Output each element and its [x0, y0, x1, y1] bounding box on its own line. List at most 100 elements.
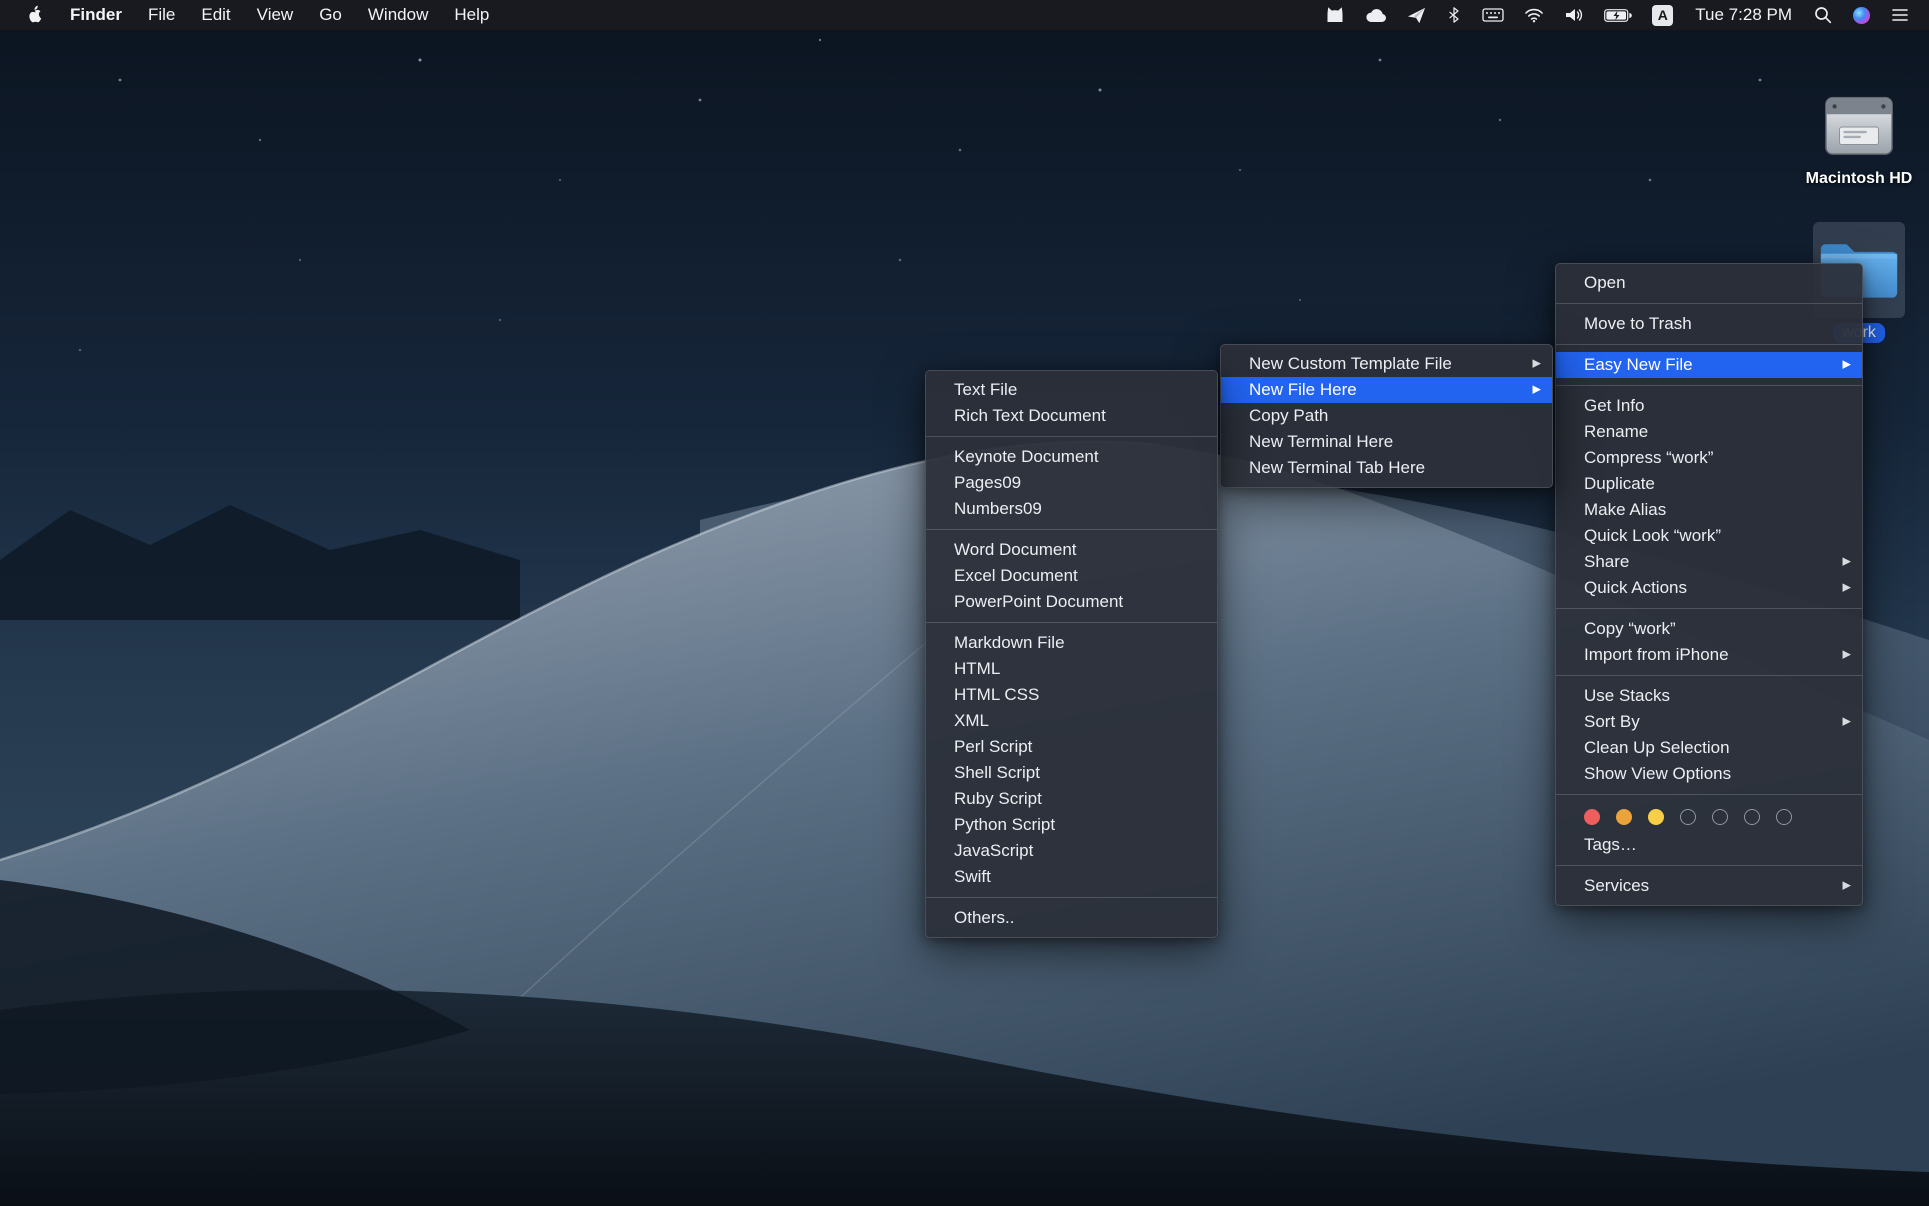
- menu-separator: [926, 529, 1217, 530]
- menu-item-make-alias[interactable]: Make Alias: [1556, 497, 1862, 523]
- siri-icon[interactable]: [1842, 0, 1881, 30]
- menu-item-html[interactable]: HTML: [926, 656, 1217, 682]
- menu-item-label: Rename: [1584, 422, 1648, 442]
- menu-item-label: Swift: [954, 867, 991, 887]
- menu-view[interactable]: View: [244, 0, 307, 30]
- menu-item-label: Word Document: [954, 540, 1077, 560]
- menu-item-label: PowerPoint Document: [954, 592, 1123, 612]
- bluetooth-icon[interactable]: [1436, 0, 1472, 30]
- cat-icon[interactable]: [1315, 0, 1355, 30]
- menu-item-move-to-trash[interactable]: Move to Trash: [1556, 311, 1862, 337]
- menu-item-copy-path[interactable]: Copy Path: [1221, 403, 1552, 429]
- desktop-icon-macintosh-hd[interactable]: Macintosh HD: [1789, 84, 1929, 188]
- menu-item-get-info[interactable]: Get Info: [1556, 393, 1862, 419]
- notification-center-icon[interactable]: [1881, 0, 1919, 30]
- menu-item-perl-script[interactable]: Perl Script: [926, 734, 1217, 760]
- menu-item-use-stacks[interactable]: Use Stacks: [1556, 683, 1862, 709]
- menu-item-swift[interactable]: Swift: [926, 864, 1217, 890]
- hard-drive-icon: [1818, 84, 1900, 166]
- menu-item-share[interactable]: Share▶: [1556, 549, 1862, 575]
- menu-separator: [1556, 344, 1862, 345]
- tag-dot-empty-4[interactable]: [1776, 809, 1792, 825]
- menu-separator: [926, 622, 1217, 623]
- battery-charging-icon[interactable]: [1594, 0, 1642, 30]
- apple-logo-icon: [26, 5, 43, 25]
- wifi-icon[interactable]: [1514, 0, 1554, 30]
- menu-item-label: Excel Document: [954, 566, 1078, 586]
- menu-item-label: Python Script: [954, 815, 1055, 835]
- menu-item-markdown-file[interactable]: Markdown File: [926, 630, 1217, 656]
- menu-item-new-file-here[interactable]: New File Here▶: [1221, 377, 1552, 403]
- volume-icon[interactable]: [1554, 0, 1594, 30]
- tag-dot-empty-2[interactable]: [1712, 809, 1728, 825]
- menu-item-text-file[interactable]: Text File: [926, 377, 1217, 403]
- keyboard-icon[interactable]: [1472, 0, 1514, 30]
- menu-item-label: Show View Options: [1584, 764, 1731, 784]
- menu-item-ruby-script[interactable]: Ruby Script: [926, 786, 1217, 812]
- menu-item-tags[interactable]: Tags…: [1556, 832, 1862, 858]
- menu-item-duplicate[interactable]: Duplicate: [1556, 471, 1862, 497]
- tag-colors-row: [1556, 802, 1862, 832]
- menu-item-open[interactable]: Open: [1556, 270, 1862, 296]
- tag-dot-empty-1[interactable]: [1680, 809, 1696, 825]
- menu-item-xml[interactable]: XML: [926, 708, 1217, 734]
- menu-item-javascript[interactable]: JavaScript: [926, 838, 1217, 864]
- menu-file[interactable]: File: [135, 0, 188, 30]
- menu-item-label: New File Here: [1249, 380, 1357, 400]
- menu-item-label: Rich Text Document: [954, 406, 1106, 426]
- menu-item-label: Easy New File: [1584, 355, 1693, 375]
- menu-item-quick-look[interactable]: Quick Look “work”: [1556, 523, 1862, 549]
- menu-help[interactable]: Help: [441, 0, 502, 30]
- menu-item-label: Others..: [954, 908, 1014, 928]
- menu-app-name[interactable]: Finder: [57, 0, 135, 30]
- menu-item-html-css[interactable]: HTML CSS: [926, 682, 1217, 708]
- menu-item-python-script[interactable]: Python Script: [926, 812, 1217, 838]
- menu-edit[interactable]: Edit: [188, 0, 243, 30]
- menu-bar-clock[interactable]: Tue 7:28 PM: [1683, 0, 1804, 30]
- menu-bar-left: Finder File Edit View Go Window Help: [0, 0, 502, 30]
- input-source-badge[interactable]: A: [1642, 0, 1683, 30]
- menu-item-shell-script[interactable]: Shell Script: [926, 760, 1217, 786]
- menu-item-show-view-options[interactable]: Show View Options: [1556, 761, 1862, 787]
- menu-item-sort-by[interactable]: Sort By▶: [1556, 709, 1862, 735]
- apple-menu[interactable]: [10, 0, 57, 30]
- menu-item-others[interactable]: Others..: [926, 905, 1217, 931]
- menu-item-label: JavaScript: [954, 841, 1033, 861]
- menu-item-new-custom-template-file[interactable]: New Custom Template File▶: [1221, 351, 1552, 377]
- menu-item-pages09[interactable]: Pages09: [926, 470, 1217, 496]
- menu-item-new-terminal-here[interactable]: New Terminal Here: [1221, 429, 1552, 455]
- tag-dot-orange[interactable]: [1616, 809, 1632, 825]
- menu-item-rich-text-document[interactable]: Rich Text Document: [926, 403, 1217, 429]
- menu-item-powerpoint-document[interactable]: PowerPoint Document: [926, 589, 1217, 615]
- submenu-arrow-icon: ▶: [1843, 717, 1851, 728]
- menu-item-easy-new-file[interactable]: Easy New File▶: [1556, 352, 1862, 378]
- menu-item-word-document[interactable]: Word Document: [926, 537, 1217, 563]
- menu-item-quick-actions[interactable]: Quick Actions▶: [1556, 575, 1862, 601]
- paper-plane-icon[interactable]: [1397, 0, 1436, 30]
- menu-item-label: New Terminal Here: [1249, 432, 1393, 452]
- cloud-icon[interactable]: [1355, 0, 1397, 30]
- menu-item-label: Import from iPhone: [1584, 645, 1729, 665]
- menu-item-compress[interactable]: Compress “work”: [1556, 445, 1862, 471]
- menu-separator: [1556, 385, 1862, 386]
- context-menu: Open Move to Trash Easy New File▶ Get In…: [1555, 263, 1863, 906]
- submenu-arrow-icon: ▶: [1533, 359, 1541, 370]
- menu-item-import-from-iphone[interactable]: Import from iPhone▶: [1556, 642, 1862, 668]
- tag-dot-yellow[interactable]: [1648, 809, 1664, 825]
- menu-item-label: Use Stacks: [1584, 686, 1670, 706]
- tag-dot-red[interactable]: [1584, 809, 1600, 825]
- menu-item-copy[interactable]: Copy “work”: [1556, 616, 1862, 642]
- menu-item-excel-document[interactable]: Excel Document: [926, 563, 1217, 589]
- tag-dot-empty-3[interactable]: [1744, 809, 1760, 825]
- menu-window[interactable]: Window: [355, 0, 441, 30]
- menu-item-services[interactable]: Services▶: [1556, 873, 1862, 899]
- menu-item-clean-up-selection[interactable]: Clean Up Selection: [1556, 735, 1862, 761]
- menu-item-label: Ruby Script: [954, 789, 1042, 809]
- spotlight-icon[interactable]: [1804, 0, 1842, 30]
- menu-item-keynote-document[interactable]: Keynote Document: [926, 444, 1217, 470]
- menu-item-label: XML: [954, 711, 989, 731]
- menu-item-numbers09[interactable]: Numbers09: [926, 496, 1217, 522]
- menu-item-rename[interactable]: Rename: [1556, 419, 1862, 445]
- menu-item-new-terminal-tab-here[interactable]: New Terminal Tab Here: [1221, 455, 1552, 481]
- menu-go[interactable]: Go: [306, 0, 355, 30]
